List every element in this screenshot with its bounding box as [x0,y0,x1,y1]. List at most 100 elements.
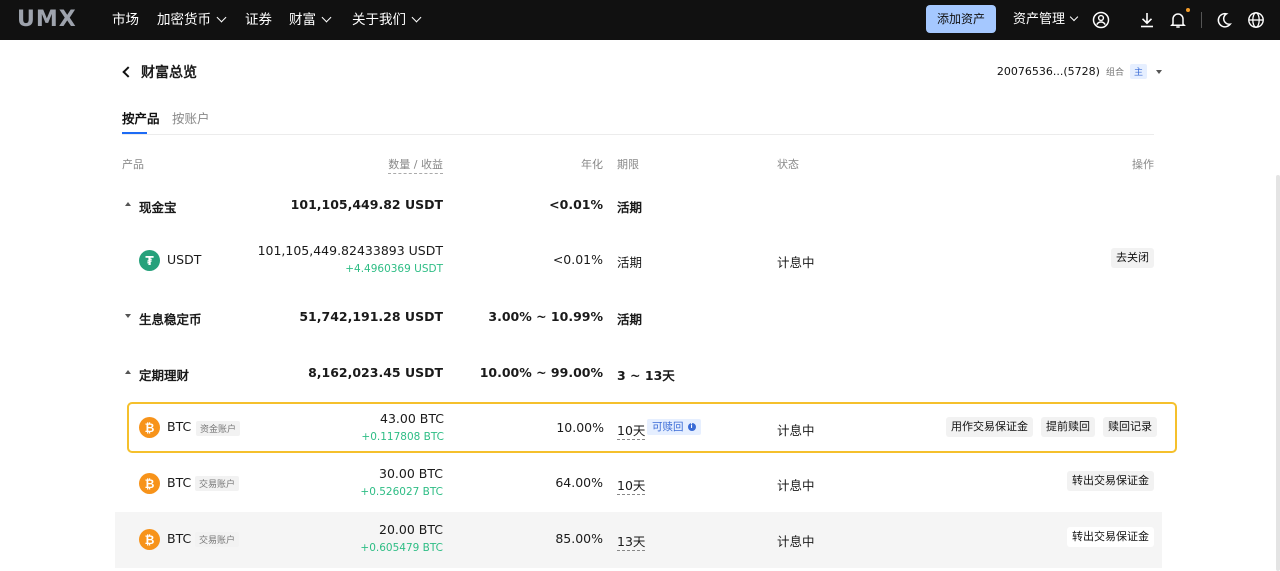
account-type-badge: 交易账户 [195,476,240,491]
transfer-out-margin-button[interactable]: 转出交易保证金 [1067,527,1154,547]
top-nav-bar: UMX 市场 加密货币 证券 财富 关于我们 添加资产 资产管理 [0,0,1280,40]
annual-rate: <0.01% [552,252,603,267]
nav-item-label: 证券 [245,12,272,28]
back-arrow-icon [122,66,134,78]
caret-up-icon[interactable] [125,370,131,374]
coin-name: BTC [167,419,192,434]
table-row: ₿ BTC 交易账户 30.00 BTC +0.526027 BTC 64.00… [115,456,1162,512]
account-type-label: 组合 [1105,68,1124,78]
holding-amount: 43.00 BTC [380,411,444,426]
holding-earnings: +4.4960369 USDT [345,263,443,275]
moon-icon[interactable] [1214,10,1234,30]
globe-icon[interactable] [1246,10,1266,30]
product-group-row[interactable]: 定期理财 8,162,023.45 USDT 10.00% ~ 99.00% 3… [115,345,1162,401]
group-name: 现金宝 [139,200,177,215]
redeemable-badge[interactable]: 可赎回 i [647,419,701,435]
caret-down-icon [1156,69,1162,74]
info-icon: i [687,423,696,431]
group-rate: 3.00% ~ 10.99% [488,309,603,324]
chevron-down-icon [411,12,422,23]
term: 活期 [617,255,643,270]
status-text: 计息中 [777,478,815,493]
nav-item-wealth[interactable]: 财富 [289,0,332,40]
btc-coin-icon: ₿ [139,473,160,494]
nav-item-about[interactable]: 关于我们 [352,0,422,40]
chevron-down-icon [216,12,227,23]
nav-item-label: 加密货币 [157,12,211,28]
group-amount: 101,105,449.82 USDT [290,197,443,212]
status-text: 计息中 [777,255,815,270]
chevron-down-icon [321,12,332,23]
asset-management-label: 资产管理 [1013,12,1066,27]
group-term: 活期 [617,200,643,215]
redeemable-label: 可赎回 [652,421,684,433]
column-header-term: 期限 [617,158,639,171]
group-term: 活期 [617,312,643,327]
nav-item-market[interactable]: 市场 [112,0,139,40]
row-actions: 用作交易保证金 提前赎回 赎回记录 [946,417,1157,437]
nav-item-crypto[interactable]: 加密货币 [157,0,227,40]
column-header-actions: 操作 [1132,158,1154,171]
account-main-badge: 主 [1129,64,1147,79]
account-id: 20076536...(5728) [996,65,1100,78]
group-name: 定期理财 [139,368,190,383]
redeem-history-button[interactable]: 赎回记录 [1103,417,1157,437]
row-actions: 转出交易保证金 [1067,527,1154,547]
coin-name: BTC [167,531,192,546]
account-type-badge: 资金账户 [196,421,241,436]
turn-off-button[interactable]: 去关闭 [1111,248,1154,268]
nav-item-label: 市场 [112,12,139,28]
early-redeem-button[interactable]: 提前赎回 [1041,417,1095,437]
status-text: 计息中 [777,423,815,438]
term[interactable]: 13天 [617,531,646,551]
group-amount: 8,162,023.45 USDT [308,365,443,380]
column-header-product: 产品 [122,158,144,171]
tab-by-product[interactable]: 按产品 [122,108,160,127]
umx-logo[interactable]: UMX [17,8,77,32]
holding-earnings: +0.605479 BTC [360,542,443,554]
use-as-margin-button[interactable]: 用作交易保证金 [946,417,1033,437]
view-tabs: 按产品 按账户 [122,108,1154,135]
btc-coin-icon: ₿ [139,529,160,550]
column-header-rate: 年化 [581,158,603,171]
product-group-row[interactable]: 现金宝 101,105,449.82 USDT <0.01% 活期 [115,177,1162,233]
group-rate: 10.00% ~ 99.00% [479,365,603,380]
table-row: ₿ BTC 交易账户 20.00 BTC +0.605479 BTC 85.00… [115,512,1162,568]
account-selector[interactable]: 20076536...(5728) 组合 主 [997,64,1162,79]
column-header-status: 状态 [777,158,799,171]
add-asset-button[interactable]: 添加资产 [926,5,996,33]
caret-down-icon[interactable] [125,314,131,318]
transfer-out-margin-button[interactable]: 转出交易保证金 [1067,471,1154,491]
account-type-badge: 交易账户 [195,532,240,547]
product-group-row[interactable]: 生息稳定币 51,742,191.28 USDT 3.00% ~ 10.99% … [115,289,1162,345]
back-button[interactable]: 财富总览 [120,62,197,82]
user-icon[interactable] [1091,10,1111,30]
status-text: 计息中 [777,534,815,549]
nav-item-securities[interactable]: 证券 [245,0,272,40]
page-title: 财富总览 [141,65,197,81]
annual-rate: 10.00% [556,420,604,435]
notification-dot [1186,8,1190,12]
holding-earnings: +0.526027 BTC [360,486,443,498]
row-actions: 转出交易保证金 [1067,471,1154,491]
usdt-coin-icon: ₮ [139,250,160,271]
term[interactable]: 10天 [617,420,646,440]
page-scrollbar[interactable] [1276,175,1280,571]
caret-up-icon[interactable] [125,202,131,206]
row-actions: 去关闭 [1111,248,1154,268]
holding-earnings: +0.117808 BTC [361,431,444,443]
nav-item-label: 财富 [289,12,316,28]
nav-divider [1201,12,1202,28]
term[interactable]: 10天 [617,475,646,495]
table-row: ₮ USDT 101,105,449.82433893 USDT +4.4960… [115,233,1162,289]
btc-coin-icon: ₿ [139,417,160,438]
tab-by-account[interactable]: 按账户 [172,108,210,127]
asset-management-menu[interactable]: 资产管理 [1013,0,1079,40]
group-term: 3 ~ 13天 [617,368,675,383]
nav-item-label: 关于我们 [352,12,406,28]
annual-rate: 64.00% [555,475,603,490]
download-icon[interactable] [1137,10,1157,30]
annual-rate: 85.00% [555,531,603,546]
column-header-amount[interactable]: 数量 / 收益 [388,156,443,174]
bell-icon[interactable] [1168,10,1188,30]
